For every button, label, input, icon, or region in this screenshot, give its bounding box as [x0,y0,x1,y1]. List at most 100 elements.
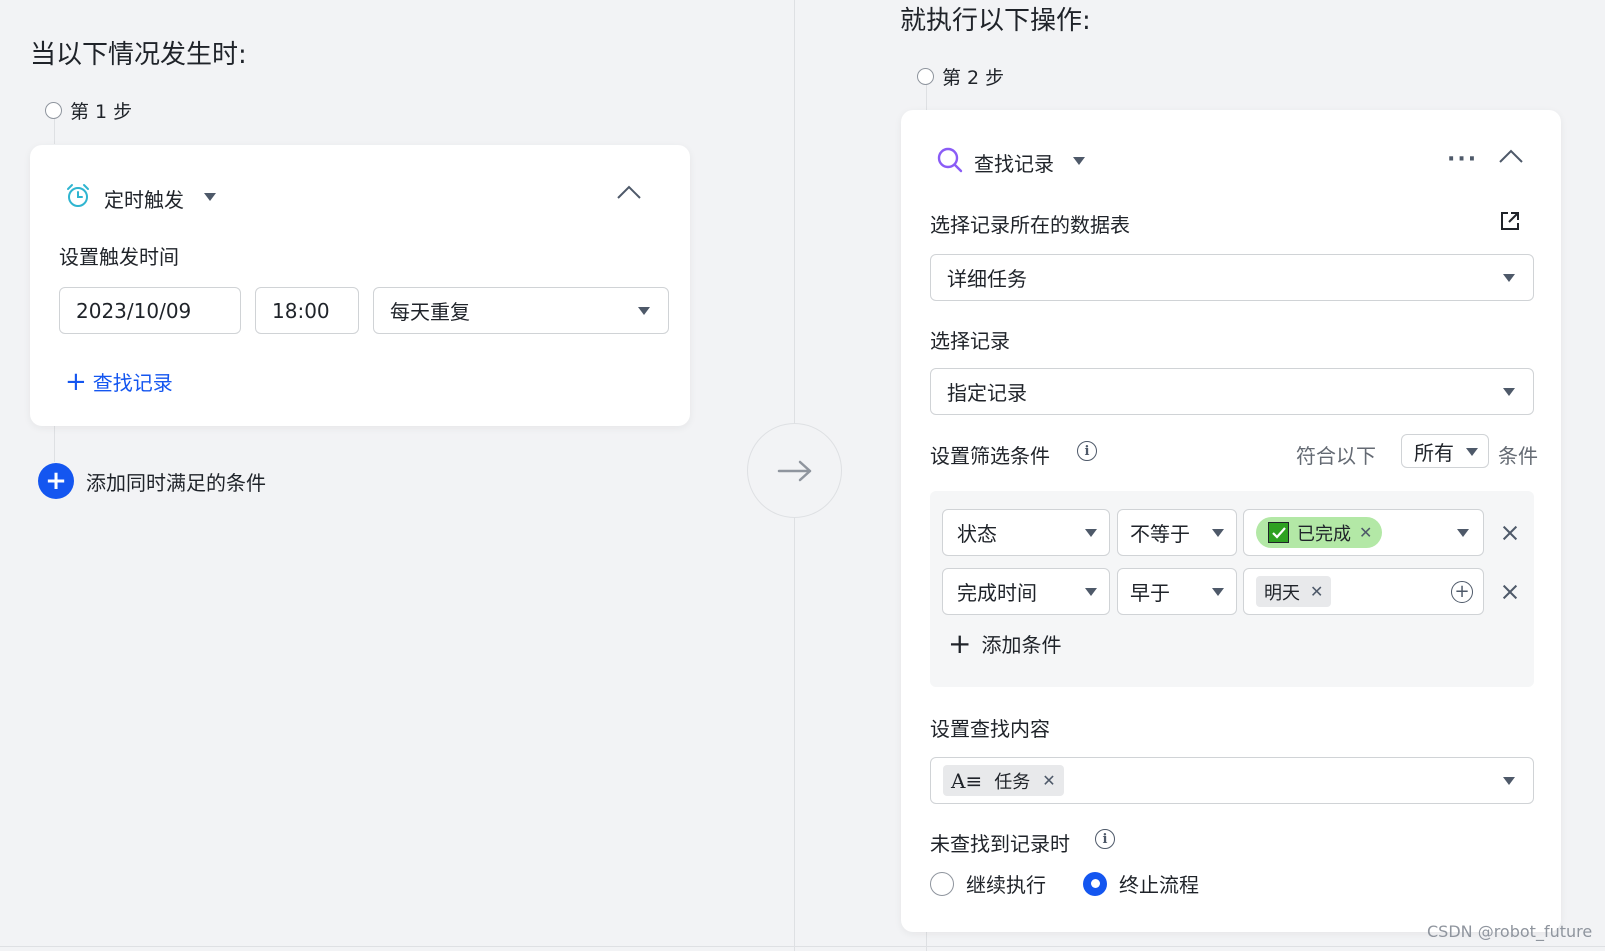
plus-icon: + [65,366,87,397]
filter-operator-value: 早于 [1130,581,1170,605]
remove-filter-icon[interactable] [1502,525,1518,541]
remove-tag-icon[interactable]: ✕ [1359,523,1372,542]
chevron-down-icon [1503,274,1515,282]
date-value: 2023/10/09 [76,298,192,323]
option-stop-label: 终止流程 [1119,873,1199,897]
date-tag: 明天 ✕ [1256,576,1332,607]
flow-arrow [747,423,842,518]
filter-panel: 状态 不等于 已完成 ✕ 完成时间 早于 明天 ✕ + + 添加条件 [930,491,1534,687]
add-condition-label: 添加同时满足的条件 [86,470,266,495]
filter-operator-select[interactable]: 不等于 [1117,509,1237,556]
search-icon [936,146,964,174]
collapse-chevron-icon[interactable] [1498,147,1524,167]
filter-value-select[interactable]: 已完成 ✕ [1243,509,1484,556]
step-2: 第 2 步 [917,63,1004,90]
option-continue[interactable]: 继续执行 [930,869,1046,898]
trigger-time-label: 设置触发时间 [59,245,179,269]
remove-tag-icon[interactable]: ✕ [1042,771,1055,790]
filter-field-value: 完成时间 [957,581,1037,605]
match-suffix: 条件 [1498,444,1538,468]
status-tag: 已完成 ✕ [1256,517,1383,548]
record-value: 指定记录 [947,381,1027,405]
content-select[interactable]: A≡ 任务 ✕ [930,757,1534,804]
chevron-down-icon [1212,588,1224,596]
chevron-down-icon [1085,588,1097,596]
match-mode-select[interactable]: 所有 [1401,434,1489,468]
chevron-down-icon [1457,529,1469,537]
add-filter-button[interactable]: + 添加条件 [948,629,1061,658]
record-label: 选择记录 [930,329,1010,353]
trigger-type-dropdown-icon[interactable] [204,193,216,201]
radio-checked-icon[interactable] [1083,871,1107,896]
trigger-type-selector[interactable]: 定时触发 [104,184,184,213]
add-action-label: 查找记录 [92,371,173,395]
remove-tag-icon[interactable]: ✕ [1310,582,1323,601]
plus-icon: + [948,626,972,660]
info-icon[interactable]: i [1095,829,1115,849]
collapse-chevron-icon[interactable] [616,183,642,203]
info-icon[interactable]: i [1077,441,1097,461]
chevron-down-icon [1503,777,1515,785]
table-select[interactable]: 详细任务 [930,254,1534,301]
bottom-divider [0,946,1605,947]
action-type-selector[interactable]: 查找记录 [974,148,1054,177]
step-connector [926,930,927,951]
match-prefix: 符合以下 [1296,444,1376,468]
date-tag-label: 明天 [1264,582,1300,604]
table-value: 详细任务 [947,267,1027,291]
checkbox-checked-icon [1268,522,1289,543]
external-link-icon[interactable] [1499,210,1521,232]
add-filter-label: 添加条件 [981,633,1062,657]
repeat-select[interactable]: 每天重复 [373,287,669,334]
chevron-down-icon [1466,448,1478,456]
filter-operator-value: 不等于 [1130,522,1190,546]
step-indicator [917,68,934,85]
action-type-dropdown-icon[interactable] [1073,157,1085,165]
trigger-card: 定时触发 设置触发时间 2023/10/09 18:00 每天重复 + 查找记录 [30,145,690,426]
chevron-down-icon [638,307,650,315]
add-condition-button[interactable]: + 添加同时满足的条件 [38,463,266,499]
plus-circle-icon: + [38,463,74,499]
step-label: 第 1 步 [70,101,133,123]
trigger-heading: 当以下情况发生时: [30,40,247,70]
content-tag-label: 任务 [994,771,1031,793]
add-value-plus-circle-icon[interactable]: + [1451,581,1473,603]
content-label: 设置查找内容 [930,717,1050,741]
add-action-link[interactable]: + 查找记录 [65,367,173,396]
action-card: 查找记录 ··· 选择记录所在的数据表 详细任务 选择记录 指定记录 设置筛选条… [901,110,1561,932]
match-mode-value: 所有 [1414,440,1454,465]
record-select[interactable]: 指定记录 [930,368,1534,415]
status-tag-label: 已完成 [1297,523,1351,545]
chevron-down-icon [1212,529,1224,537]
watermark: CSDN @robot_future [1427,922,1593,941]
filter-field-value: 状态 [957,522,997,546]
step-indicator [45,102,62,119]
chevron-down-icon [1085,529,1097,537]
filter-operator-select[interactable]: 早于 [1117,568,1237,615]
remove-filter-icon[interactable] [1502,584,1518,600]
content-tag: A≡ 任务 ✕ [943,765,1064,796]
filter-field-select[interactable]: 完成时间 [942,568,1110,615]
step-label: 第 2 步 [942,67,1005,89]
more-options-icon[interactable]: ··· [1447,147,1478,172]
filter-value-input[interactable]: 明天 ✕ + [1243,568,1484,615]
step-1: 第 1 步 [45,97,132,124]
filter-label: 设置筛选条件 [930,444,1050,468]
step-connector [54,426,55,462]
action-type-label: 查找记录 [974,152,1054,176]
repeat-value: 每天重复 [390,300,470,324]
option-continue-label: 继续执行 [966,873,1046,897]
alarm-clock-icon [65,183,91,209]
option-stop[interactable]: 终止流程 [1083,869,1199,898]
chevron-down-icon [1503,388,1515,396]
not-found-label: 未查找到记录时 [930,832,1070,856]
text-field-icon: A≡ [951,768,983,793]
action-heading: 就执行以下操作: [900,6,1091,36]
table-label: 选择记录所在的数据表 [930,213,1130,237]
date-input[interactable]: 2023/10/09 [59,287,241,334]
trigger-type-label: 定时触发 [104,188,184,212]
time-input[interactable]: 18:00 [255,287,359,334]
radio-unchecked-icon[interactable] [930,871,954,896]
filter-field-select[interactable]: 状态 [942,509,1110,556]
arrow-right-icon [777,460,811,481]
